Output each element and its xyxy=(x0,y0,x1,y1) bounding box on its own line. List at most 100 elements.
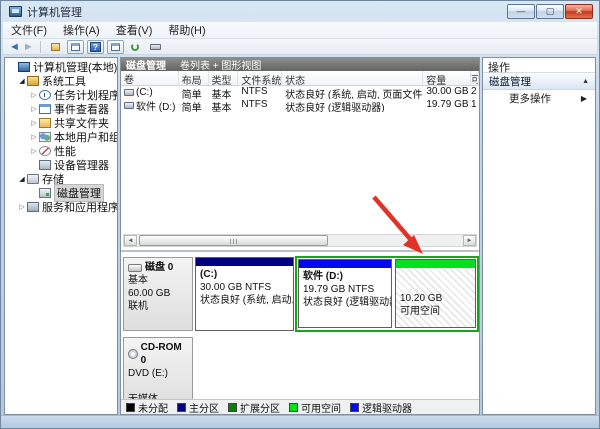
free-space-color-bar xyxy=(396,260,475,268)
console-window-button-2[interactable] xyxy=(107,40,124,54)
cd-rom-icon xyxy=(128,349,138,359)
column-free-clipped[interactable]: 可 xyxy=(471,71,479,85)
expander-collapsed-icon[interactable]: ▷ xyxy=(29,147,39,155)
panel-title: 磁盘管理 xyxy=(126,57,166,72)
column-filesystem[interactable]: 文件系统 xyxy=(238,71,282,85)
scrollbar-thumb[interactable] xyxy=(139,235,328,246)
partition-d[interactable]: 软件 (D:) 19.79 GB NTFS 状态良好 (逻辑驱动器) xyxy=(298,259,392,328)
column-type[interactable]: 类型 xyxy=(209,71,239,85)
disk-tool-button[interactable] xyxy=(147,40,164,54)
close-button[interactable]: ✕ xyxy=(565,4,593,19)
volume-row-d[interactable]: 软件 (D:) 简单 基本 NTFS 状态良好 (逻辑驱动器) 19.79 GB… xyxy=(121,99,479,112)
expander-collapsed-icon[interactable]: ▷ xyxy=(17,203,27,211)
panel-header: 磁盘管理 卷列表 + 图形视图 xyxy=(121,58,479,71)
free-space-partition[interactable]: 10.20 GB 可用空间 xyxy=(395,259,476,328)
legend-swatch xyxy=(126,403,135,412)
tree-item-event-viewer[interactable]: ▷ 事件查看器 xyxy=(5,102,117,116)
actions-section-disk-management[interactable]: 磁盘管理 ▲ xyxy=(483,73,595,90)
column-status[interactable]: 状态 xyxy=(282,71,423,85)
tree-item-task-scheduler[interactable]: ▷ 任务计划程序 xyxy=(5,88,117,102)
menu-file[interactable]: 文件(F) xyxy=(3,22,55,38)
legend-swatch xyxy=(177,403,186,412)
tree-item-disk-management[interactable]: 磁盘管理 xyxy=(5,186,117,200)
graphical-view: 磁盘 0 基本 60.00 GB 联机 (C:) 30.00 GB NTFS 状… xyxy=(121,250,479,414)
scroll-left-button[interactable]: ◄ xyxy=(124,235,137,246)
legend-swatch xyxy=(289,403,298,412)
toolbar-separator xyxy=(40,41,41,53)
panel-subtitle: 卷列表 + 图形视图 xyxy=(180,57,261,72)
services-icon xyxy=(27,202,39,212)
minimize-button[interactable]: — xyxy=(507,4,535,19)
shared-folder-icon xyxy=(39,118,51,128)
legend-swatch xyxy=(228,403,237,412)
computer-icon xyxy=(18,62,30,72)
computer-management-window: 计算机管理 — ▢ ✕ 文件(F) 操作(A) 查看(V) 帮助(H) ◄ ► … xyxy=(0,0,600,429)
legend-extended-partition: 扩展分区 xyxy=(228,400,280,415)
menu-bar: 文件(F) 操作(A) 查看(V) 帮助(H) xyxy=(3,22,597,39)
column-volume[interactable]: 卷 xyxy=(121,71,179,85)
partition-d-color-bar xyxy=(299,260,391,268)
users-icon xyxy=(39,132,51,142)
window-icon xyxy=(111,43,120,51)
console-window-button[interactable] xyxy=(67,40,84,54)
refresh-icon xyxy=(131,43,139,51)
tree-item-local-users-groups[interactable]: ▷ 本地用户和组 xyxy=(5,130,117,144)
hard-disk-icon xyxy=(128,264,142,272)
folder-icon xyxy=(51,43,60,51)
tree-item-services-applications[interactable]: ▷ 服务和应用程序 xyxy=(5,200,117,214)
show-tree-button[interactable] xyxy=(47,40,64,54)
maximize-button[interactable]: ▢ xyxy=(536,4,564,19)
app-icon xyxy=(9,6,22,17)
volume-icon xyxy=(124,89,134,96)
volume-list-header: 卷 布局 类型 文件系统 状态 容量 可 xyxy=(121,71,479,86)
disk-management-icon xyxy=(39,188,51,198)
help-button[interactable]: ? xyxy=(87,40,104,54)
submenu-chevron-icon: ▶ xyxy=(581,94,587,103)
expander-collapsed-icon[interactable]: ▷ xyxy=(29,105,39,113)
help-icon: ? xyxy=(90,42,101,52)
extended-partition-container: 软件 (D:) 19.79 GB NTFS 状态良好 (逻辑驱动器) 10.20… xyxy=(295,256,479,332)
tree-item-computer-management[interactable]: 计算机管理(本地) xyxy=(5,60,117,74)
back-arrow-icon[interactable]: ◄ xyxy=(9,40,20,54)
status-bar xyxy=(1,415,599,428)
window-icon xyxy=(71,43,80,51)
title-bar: 计算机管理 — ▢ ✕ xyxy=(1,1,599,22)
disk-management-main-panel: 磁盘管理 卷列表 + 图形视图 卷 布局 类型 文件系统 状态 容量 可 (C:… xyxy=(120,57,480,415)
horizontal-scrollbar[interactable]: ◄ ► xyxy=(123,234,477,247)
forward-arrow-icon[interactable]: ► xyxy=(23,40,34,54)
disk-icon xyxy=(150,44,161,50)
refresh-button[interactable] xyxy=(127,40,144,54)
console-tree-panel: 计算机管理(本地) ◢ 系统工具 ▷ 任务计划程序 ▷ 事件查看器 ▷ 共享文件… xyxy=(4,57,118,415)
scroll-right-button[interactable]: ► xyxy=(463,235,476,246)
volume-icon xyxy=(124,102,134,109)
expander-expanded-icon[interactable]: ◢ xyxy=(17,77,27,85)
toolbar: ◄ ► ? xyxy=(3,39,597,55)
expander-collapsed-icon[interactable]: ▷ xyxy=(29,91,39,99)
column-capacity[interactable]: 容量 xyxy=(423,71,471,85)
cdrom-label[interactable]: CD-ROM 0 DVD (E:) 无媒体 xyxy=(123,337,193,407)
expander-collapsed-icon[interactable]: ▷ xyxy=(29,119,39,127)
expander-collapsed-icon[interactable]: ▷ xyxy=(29,133,39,141)
scrollbar-track[interactable] xyxy=(137,235,463,246)
disk0-label[interactable]: 磁盘 0 基本 60.00 GB 联机 xyxy=(123,257,193,331)
partition-c[interactable]: (C:) 30.00 GB NTFS 状态良好 (系统, 启动, 页面文 xyxy=(195,257,294,331)
performance-icon xyxy=(39,146,51,156)
legend: 未分配 主分区 扩展分区 可用空间 逻辑驱动器 xyxy=(121,399,479,414)
tree-item-shared-folders[interactable]: ▷ 共享文件夹 xyxy=(5,116,117,130)
more-actions-item[interactable]: 更多操作 ▶ xyxy=(483,90,595,107)
actions-title: 操作 xyxy=(483,58,595,73)
volume-row-c[interactable]: (C:) 简单 基本 NTFS 状态良好 (系统, 启动, 页面文件, 活动, … xyxy=(121,86,479,99)
collapse-chevron-icon[interactable]: ▲ xyxy=(582,78,589,85)
actions-panel: 操作 磁盘管理 ▲ 更多操作 ▶ xyxy=(482,57,596,415)
menu-help[interactable]: 帮助(H) xyxy=(160,22,213,38)
tree-item-device-manager[interactable]: 设备管理器 xyxy=(5,158,117,172)
expander-expanded-icon[interactable]: ◢ xyxy=(17,175,27,183)
column-layout[interactable]: 布局 xyxy=(179,71,209,85)
tree-item-performance[interactable]: ▷ 性能 xyxy=(5,144,117,158)
menu-view[interactable]: 查看(V) xyxy=(108,22,161,38)
event-viewer-icon xyxy=(39,104,51,114)
tree-item-system-tools[interactable]: ◢ 系统工具 xyxy=(5,74,117,88)
window-title: 计算机管理 xyxy=(27,4,82,20)
menu-action[interactable]: 操作(A) xyxy=(55,22,108,38)
device-manager-icon xyxy=(39,160,51,170)
